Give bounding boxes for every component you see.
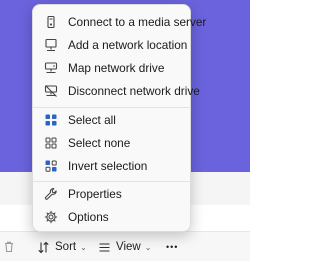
- menu-item-label: Options: [68, 209, 109, 224]
- trash-icon: [2, 240, 16, 254]
- menu-item-label: Connect to a media server: [68, 14, 207, 29]
- sort-label: Sort: [55, 241, 77, 253]
- chevron-down-icon: ⌄: [144, 242, 152, 252]
- menu-item-label: Properties: [68, 186, 122, 201]
- more-icon: •••: [166, 242, 179, 252]
- options-icon: [44, 210, 58, 224]
- menu-item-options[interactable]: Options: [37, 206, 186, 227]
- media-server-icon: [44, 15, 58, 29]
- menu-item-map-network-drive[interactable]: Map network drive: [37, 57, 186, 78]
- menu-item-select-all[interactable]: Select all: [37, 109, 186, 130]
- delete-button[interactable]: [2, 232, 16, 262]
- menu-item-disconnect-network-drive[interactable]: Disconnect network drive: [37, 80, 200, 101]
- view-label: View: [116, 241, 141, 253]
- menu-item-add-network-location[interactable]: Add a network location: [37, 34, 188, 55]
- properties-icon: [44, 187, 58, 201]
- select-none-icon: [44, 136, 58, 150]
- menu-item-label: Select all: [68, 112, 116, 127]
- invert-selection-icon: [44, 159, 58, 173]
- see-more-menu: Connect to a media server Add a network …: [32, 4, 206, 232]
- command-bar: Sort ⌄ View ⌄ •••: [0, 231, 250, 261]
- menu-item-label: Map network drive: [68, 60, 165, 75]
- select-all-icon: [44, 113, 58, 127]
- view-button[interactable]: View ⌄: [98, 232, 151, 262]
- menu-item-select-none[interactable]: Select none: [37, 132, 186, 153]
- sort-icon: [37, 241, 50, 254]
- sort-button[interactable]: Sort ⌄: [37, 232, 87, 262]
- network-location-icon: [44, 38, 58, 52]
- menu-item-label: Invert selection: [68, 158, 148, 173]
- see-more-button[interactable]: •••: [166, 232, 178, 262]
- view-icon: [98, 241, 111, 254]
- menu-item-invert-selection[interactable]: Invert selection: [37, 155, 186, 176]
- menu-item-label: Disconnect network drive: [68, 83, 200, 98]
- menu-item-connect-media-server[interactable]: Connect to a media server: [37, 11, 206, 32]
- disconnect-drive-icon: [44, 84, 58, 98]
- menu-item-label: Add a network location: [68, 37, 188, 52]
- menu-separator: [33, 181, 190, 182]
- menu-item-properties[interactable]: Properties: [37, 183, 186, 204]
- menu-item-label: Select none: [68, 135, 131, 150]
- chevron-down-icon: ⌄: [80, 242, 87, 252]
- map-drive-icon: [44, 61, 58, 75]
- menu-separator: [33, 107, 190, 108]
